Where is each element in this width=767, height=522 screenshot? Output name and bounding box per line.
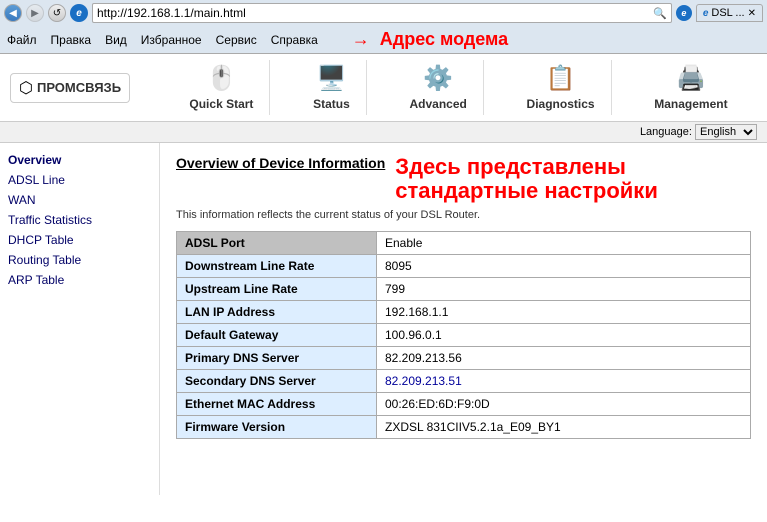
browser-tab[interactable]: e DSL ... ✕ — [696, 4, 763, 22]
menu-view[interactable]: Вид — [102, 32, 130, 48]
back-button[interactable]: ◀ — [4, 4, 22, 22]
ie-favicon: e — [676, 5, 692, 21]
row-label: Ethernet MAC Address — [177, 393, 377, 416]
modem-label: Адрес модема — [377, 28, 511, 51]
language-label: Language: — [640, 126, 692, 138]
search-icon[interactable]: 🔍 — [653, 7, 667, 20]
management-label: Management — [654, 97, 727, 111]
close-tab-icon[interactable]: ✕ — [748, 8, 756, 19]
row-value: 00:26:ED:6D:F9:0D — [377, 393, 751, 416]
table-row: Ethernet MAC Address 00:26:ED:6D:F9:0D — [177, 393, 751, 416]
menu-help[interactable]: Справка — [268, 32, 321, 48]
table-row: ADSL Port Enable — [177, 232, 751, 255]
row-label: Downstream Line Rate — [177, 255, 377, 278]
table-row: Downstream Line Rate 8095 — [177, 255, 751, 278]
row-value: 82.209.213.56 — [377, 347, 751, 370]
table-row: Default Gateway 100.96.0.1 — [177, 324, 751, 347]
annotation-line2: стандартные настройки — [395, 179, 658, 203]
forward-button[interactable]: ▶ — [26, 4, 44, 22]
table-row: Primary DNS Server 82.209.213.56 — [177, 347, 751, 370]
table-row: LAN IP Address 192.168.1.1 — [177, 301, 751, 324]
annotation-line1: Здесь представлены — [395, 155, 658, 179]
sidebar-item-arp-table[interactable]: ARP Table — [8, 273, 151, 287]
settings-annotation: Здесь представлены стандартные настройки — [395, 155, 658, 203]
row-label: Upstream Line Rate — [177, 278, 377, 301]
sidebar-item-adsl-line[interactable]: ADSL Line — [8, 173, 151, 187]
language-select[interactable]: English Russian — [695, 124, 757, 140]
sidebar-item-dhcp-table[interactable]: DHCP Table — [8, 233, 151, 247]
advanced-icon: ⚙️ — [423, 64, 453, 93]
row-label: ADSL Port — [177, 232, 377, 255]
row-label: LAN IP Address — [177, 301, 377, 324]
logo: ⬡ ПРОМСВЯЗЬ — [10, 73, 130, 103]
menu-file[interactable]: Файл — [4, 32, 40, 48]
main-content: Overview of Device Information Здесь пре… — [160, 143, 767, 495]
sidebar-item-overview[interactable]: Overview — [8, 153, 151, 167]
sidebar: Overview ADSL Line WAN Traffic Statistic… — [0, 143, 160, 495]
page-title: Overview of Device Information — [176, 155, 385, 171]
main-nav: 🖱️ Quick Start 🖥️ Status ⚙️ Advanced 📋 D… — [160, 60, 757, 115]
menu-bar: Файл Правка Вид Избранное Сервис Справка… — [0, 26, 767, 53]
status-label: Status — [313, 97, 350, 111]
nav-management[interactable]: 🖨️ Management — [638, 60, 743, 115]
modem-annotation: → Адрес модема — [349, 28, 511, 51]
table-row: Upstream Line Rate 799 — [177, 278, 751, 301]
device-info-table: ADSL Port Enable Downstream Line Rate 80… — [176, 231, 751, 439]
menu-edit[interactable]: Правка — [48, 32, 95, 48]
row-label: Secondary DNS Server — [177, 370, 377, 393]
row-value: 82.209.213.51 — [377, 370, 751, 393]
address-input[interactable] — [97, 6, 649, 20]
arrow-icon: → — [349, 28, 373, 51]
advanced-label: Advanced — [409, 97, 466, 111]
management-icon: 🖨️ — [676, 64, 706, 93]
row-value: 192.168.1.1 — [377, 301, 751, 324]
content-header-row: Overview of Device Information Здесь пре… — [176, 155, 751, 203]
row-value: 799 — [377, 278, 751, 301]
diagnostics-icon: 📋 — [546, 64, 576, 93]
nav-advanced[interactable]: ⚙️ Advanced — [393, 60, 483, 115]
row-value: Enable — [377, 232, 751, 255]
address-bar-container: 🔍 — [92, 3, 672, 23]
language-bar: Language: English Russian — [0, 122, 767, 143]
table-row: Secondary DNS Server 82.209.213.51 — [177, 370, 751, 393]
sidebar-item-wan[interactable]: WAN — [8, 193, 151, 207]
row-label: Primary DNS Server — [177, 347, 377, 370]
table-row: Firmware Version ZXDSL 831CIIV5.2.1a_E09… — [177, 416, 751, 439]
content-description: This information reflects the current st… — [176, 209, 751, 221]
refresh-button[interactable]: ↺ — [48, 4, 66, 22]
logo-text: ПРОМСВЯЗЬ — [37, 80, 121, 95]
row-value: ZXDSL 831CIIV5.2.1a_E09_BY1 — [377, 416, 751, 439]
logo-icon: ⬡ — [19, 78, 33, 98]
router-header: ⬡ ПРОМСВЯЗЬ 🖱️ Quick Start 🖥️ Status ⚙️ … — [0, 54, 767, 122]
menu-service[interactable]: Сервис — [213, 32, 260, 48]
row-value: 8095 — [377, 255, 751, 278]
browser-titlebar: ◀ ▶ ↺ e 🔍 e e DSL ... ✕ — [0, 0, 767, 26]
quick-start-icon: 🖱️ — [206, 64, 236, 93]
main-layout: Overview ADSL Line WAN Traffic Statistic… — [0, 143, 767, 495]
quick-start-label: Quick Start — [189, 97, 253, 111]
sidebar-item-routing-table[interactable]: Routing Table — [8, 253, 151, 267]
status-icon: 🖥️ — [317, 64, 347, 93]
row-label: Default Gateway — [177, 324, 377, 347]
sidebar-item-traffic-statistics[interactable]: Traffic Statistics — [8, 213, 151, 227]
row-label: Firmware Version — [177, 416, 377, 439]
nav-status[interactable]: 🖥️ Status — [297, 60, 367, 115]
browser-chrome: ◀ ▶ ↺ e 🔍 e e DSL ... ✕ Файл Правка Вид … — [0, 0, 767, 54]
ie-icon: e — [70, 4, 88, 22]
ie-tab-icon: e — [703, 8, 709, 19]
tab-label: DSL ... — [711, 7, 744, 19]
nav-quick-start[interactable]: 🖱️ Quick Start — [173, 60, 270, 115]
nav-diagnostics[interactable]: 📋 Diagnostics — [511, 60, 612, 115]
row-value: 100.96.0.1 — [377, 324, 751, 347]
diagnostics-label: Diagnostics — [527, 97, 595, 111]
menu-favorites[interactable]: Избранное — [138, 32, 205, 48]
